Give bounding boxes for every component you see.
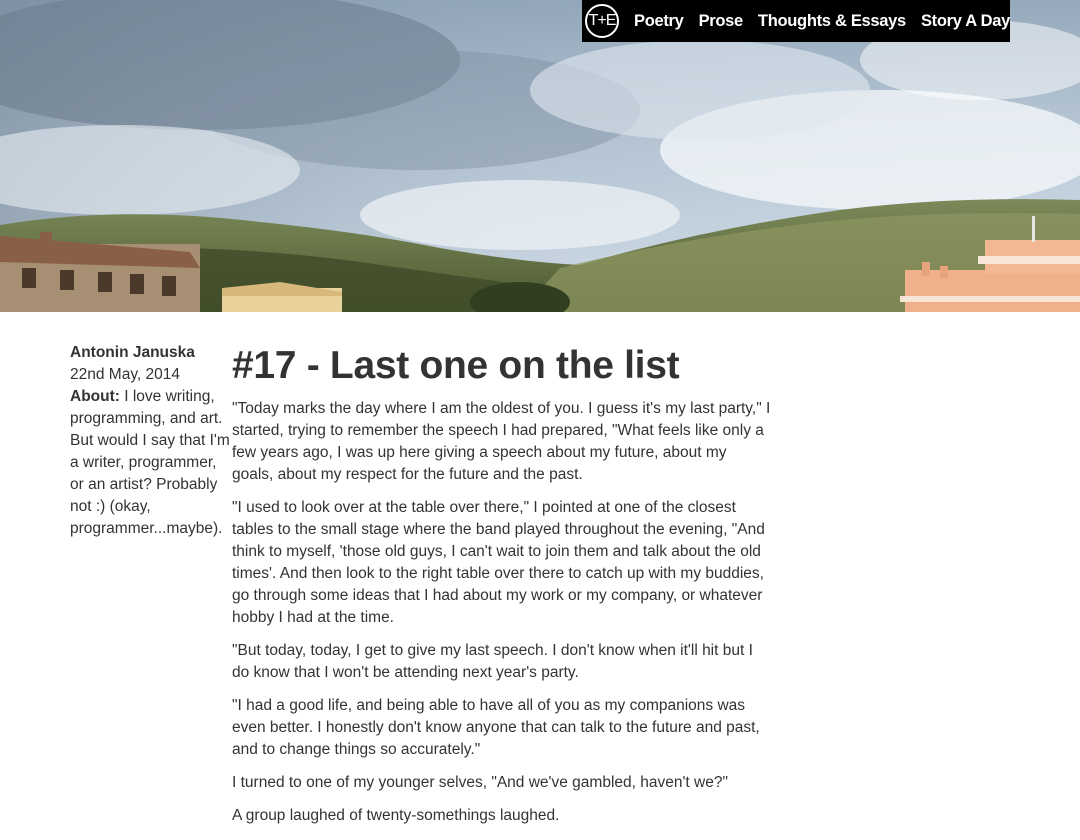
post-date: 22nd May, 2014 [70, 366, 181, 383]
article-paragraph: "But today, today, I get to give my last… [232, 642, 753, 681]
site-logo[interactable]: T+E [585, 4, 619, 38]
nav-link-story-a-day[interactable]: Story A Day [921, 12, 1010, 31]
article: #17 - Last one on the list "Today marks … [232, 342, 772, 838]
author-sidebar: Antonin Januska 22nd May, 2014 About: I … [70, 342, 230, 540]
landscape-illustration [0, 0, 1080, 312]
header-banner-image [0, 0, 1080, 312]
article-paragraph: A group laughed of twenty-somethings lau… [232, 807, 560, 824]
top-navigation-bar: T+E Poetry Prose Thoughts & Essays Story… [582, 0, 1010, 42]
about-label: About: [70, 388, 120, 405]
nav-link-thoughts-essays[interactable]: Thoughts & Essays [758, 12, 906, 31]
nav-link-prose[interactable]: Prose [699, 12, 744, 31]
article-paragraph: "Today marks the day where I am the olde… [232, 400, 771, 483]
about-text: I love writing, programming, and art. Bu… [70, 388, 230, 537]
nav-link-poetry[interactable]: Poetry [634, 12, 684, 31]
author-name: Antonin Januska [70, 344, 195, 361]
article-paragraph: "I used to look over at the table over t… [232, 499, 765, 626]
article-paragraph: I turned to one of my younger selves, "A… [232, 774, 728, 791]
article-paragraph: "I had a good life, and being able to ha… [232, 697, 760, 758]
article-title: #17 - Last one on the list [232, 344, 680, 387]
